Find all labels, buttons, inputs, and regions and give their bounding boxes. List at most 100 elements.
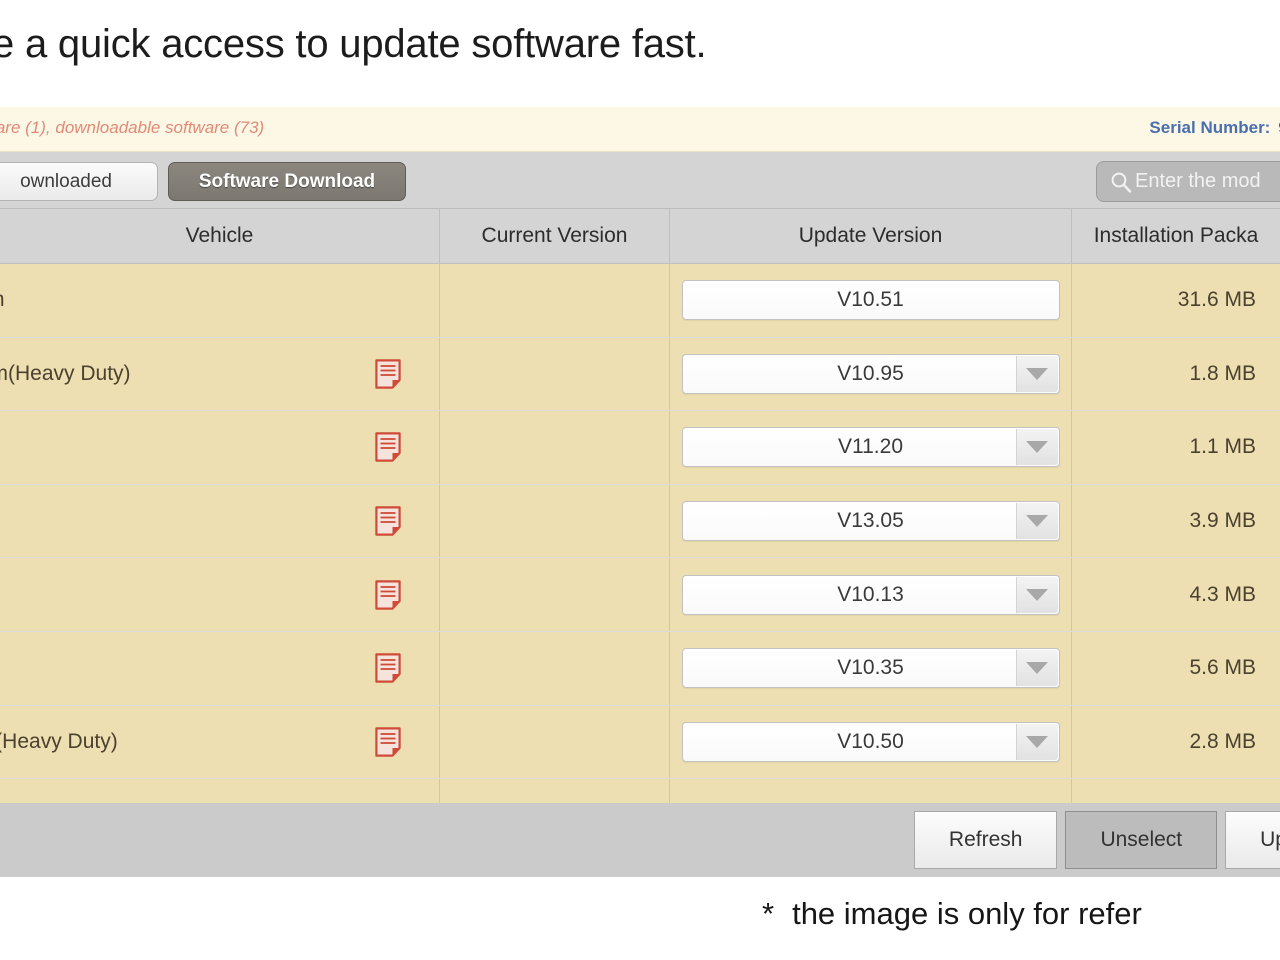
package-size-value: 1.1 MB [1189, 435, 1256, 459]
cell-vehicle [0, 779, 440, 805]
table-row[interactable]: AI V11.20 1.1 MB [0, 411, 1280, 485]
vehicle-name: rpillar (Heavy Duty) [0, 730, 118, 754]
version-value: V10.13 [837, 583, 904, 607]
cell-current-version [440, 411, 670, 484]
cell-current-version [440, 264, 670, 337]
status-bar: e software (1), downloadable software (7… [0, 107, 1280, 152]
column-header-installation-package-size[interactable]: Installation Packa [1072, 209, 1280, 263]
table-row[interactable]: EN V13.05 3.9 MB [0, 485, 1280, 559]
cell-vehicle: Search [0, 264, 440, 337]
version-value: V10.95 [837, 362, 904, 386]
chevron-down-icon[interactable] [1016, 356, 1058, 392]
column-header-vehicle[interactable]: Vehicle [0, 209, 440, 263]
search-icon [1109, 170, 1133, 194]
version-select[interactable]: V10.50 [682, 722, 1060, 762]
release-notes-icon[interactable] [375, 359, 401, 389]
release-notes-icon[interactable] [375, 432, 401, 462]
version-select[interactable]: V10.35 [682, 648, 1060, 688]
serial-number-label: Serial Number: [1149, 118, 1270, 137]
chevron-down-icon[interactable] [1016, 503, 1058, 539]
unselect-button[interactable]: Unselect [1065, 811, 1217, 869]
tab-downloaded[interactable]: ownloaded [0, 162, 158, 201]
cell-vehicle: EN [0, 485, 440, 558]
version-select[interactable]: V10.95 [682, 354, 1060, 394]
cell-package-size [1072, 779, 1280, 805]
cell-package-size: 1.1 MB [1072, 411, 1280, 484]
column-header-update-version[interactable]: Update Version [670, 209, 1072, 263]
screenshot-root: e a quick access to update software fast… [0, 0, 1280, 960]
cell-package-size: 4.3 MB [1072, 558, 1280, 631]
cell-current-version [440, 485, 670, 558]
table-row-partial[interactable] [0, 779, 1280, 805]
table-body: Search V10.51 31.6 MB System(Heavy Duty) V10… [0, 264, 1280, 805]
package-size-value: 4.3 MB [1189, 583, 1256, 607]
cell-update-version: V10.13 [670, 558, 1072, 631]
footnote-text: the image is only for refer [792, 896, 1142, 931]
table-header-row: Vehicle Current Version Update Version I… [0, 209, 1280, 264]
cell-current-version [440, 632, 670, 705]
cell-current-version [440, 779, 670, 805]
search-placeholder: Enter the mod [1135, 170, 1261, 193]
footnote-asterisk: * [762, 896, 774, 931]
chevron-down-icon[interactable] [1016, 577, 1058, 613]
serial-number: Serial Number:98649029 [1149, 118, 1280, 138]
version-select[interactable]: V13.05 [682, 501, 1060, 541]
cell-update-version: V10.95 [670, 338, 1072, 411]
version-value: V10.51 [837, 288, 904, 312]
version-value: V11.20 [838, 435, 903, 459]
package-size-value: 5.6 MB [1189, 656, 1256, 680]
cell-package-size: 5.6 MB [1072, 632, 1280, 705]
cell-vehicle: rpillar (Heavy Duty) [0, 706, 440, 779]
version-select[interactable]: V10.51 [682, 280, 1060, 320]
slide-headline: e a quick access to update software fast… [0, 22, 1280, 67]
table-row[interactable]: LUCK V10.13 4.3 MB [0, 558, 1280, 632]
table-row[interactable]: rpillar (Heavy Duty) V10.50 2.8 MB [0, 706, 1280, 780]
cell-package-size: 2.8 MB [1072, 706, 1280, 779]
refresh-button[interactable]: Refresh [914, 811, 1058, 869]
table-row[interactable]: Search V10.51 31.6 MB [0, 264, 1280, 338]
table-row[interactable]: System(Heavy Duty) V10.95 1.8 MB [0, 338, 1280, 412]
chevron-down-icon[interactable] [1016, 429, 1058, 465]
cell-package-size: 1.8 MB [1072, 338, 1280, 411]
package-size-value: 2.8 MB [1189, 730, 1256, 754]
version-select[interactable]: V11.20 [682, 427, 1060, 467]
cell-update-version [670, 779, 1072, 805]
package-size-value: 1.8 MB [1189, 362, 1256, 386]
chevron-down-icon[interactable] [1016, 724, 1058, 760]
update-button[interactable]: Up [1225, 811, 1280, 869]
version-value: V13.05 [837, 509, 904, 533]
version-value: V10.35 [837, 656, 904, 680]
cell-current-version [440, 558, 670, 631]
tab-bar: ownloaded Software Download Enter the mo… [0, 152, 1280, 209]
cell-update-version: V10.51 [670, 264, 1072, 337]
tab-downloaded-label: ownloaded [20, 171, 112, 193]
version-value: V10.50 [837, 730, 904, 754]
cell-update-version: V11.20 [670, 411, 1072, 484]
search-input[interactable]: Enter the mod [1096, 161, 1280, 202]
column-header-current-version[interactable]: Current Version [440, 209, 670, 263]
release-notes-icon[interactable] [375, 580, 401, 610]
cell-package-size: 31.6 MB [1072, 264, 1280, 337]
cell-current-version [440, 706, 670, 779]
vehicle-name: System(Heavy Duty) [0, 362, 131, 386]
cell-update-version: V13.05 [670, 485, 1072, 558]
cell-vehicle: LUCK [0, 558, 440, 631]
cell-vehicle: AI [0, 411, 440, 484]
package-size-value: 3.9 MB [1189, 509, 1256, 533]
cell-package-size: 3.9 MB [1072, 485, 1280, 558]
chevron-down-icon[interactable] [1016, 650, 1058, 686]
cell-update-version: V10.35 [670, 632, 1072, 705]
cell-vehicle: System(Heavy Duty) [0, 338, 440, 411]
cell-vehicle: IC [0, 632, 440, 705]
release-notes-icon[interactable] [375, 506, 401, 536]
release-notes-icon[interactable] [375, 653, 401, 683]
table-row[interactable]: IC V10.35 5.6 MB [0, 632, 1280, 706]
package-size-value: 31.6 MB [1178, 288, 1256, 312]
tab-software-download[interactable]: Software Download [168, 162, 406, 201]
tab-software-download-label: Software Download [199, 171, 375, 193]
action-button-bar: Refresh Unselect Up [0, 803, 1280, 877]
version-select[interactable]: V10.13 [682, 575, 1060, 615]
release-notes-icon[interactable] [375, 727, 401, 757]
software-table: Vehicle Current Version Update Version I… [0, 209, 1280, 805]
software-download-app-window: e software (1), downloadable software (7… [0, 107, 1280, 877]
